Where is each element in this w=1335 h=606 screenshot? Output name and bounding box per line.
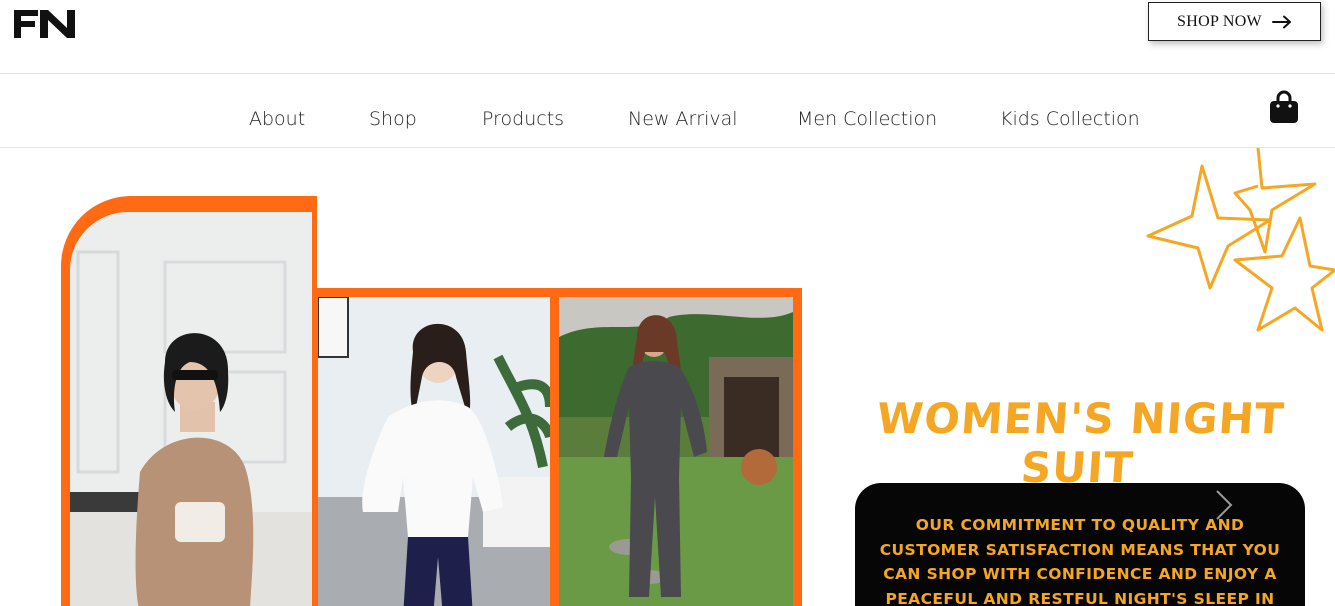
nav-item-men-collection[interactable]: Men Collection — [797, 108, 937, 130]
hero-banner: WOMEN'S NIGHT SUIT OUR COMMITMENT TO QUA… — [0, 148, 1335, 606]
chevron-right-icon — [1216, 490, 1233, 520]
hero-description: OUR COMMITMENT TO QUALITY AND CUSTOMER S… — [879, 516, 1281, 606]
hero-title: WOMEN'S NIGHT SUIT — [875, 394, 1287, 492]
fn-logo-icon — [14, 10, 75, 38]
nav-item-products[interactable]: Products — [482, 108, 564, 130]
slider-next-button[interactable] — [1213, 488, 1235, 522]
shopping-bag-icon — [1270, 90, 1298, 123]
nav-item-new-arrival[interactable]: New Arrival — [628, 108, 738, 130]
arrow-right-icon — [1271, 15, 1291, 28]
model-photo-beige-outfit — [70, 212, 312, 606]
brand-logo[interactable] — [14, 10, 76, 38]
model-photo-grey-jumpsuit — [559, 297, 793, 606]
hero-description-box: OUR COMMITMENT TO QUALITY AND CUSTOMER S… — [855, 483, 1305, 606]
shop-now-button[interactable]: SHOP NOW — [1148, 2, 1321, 41]
shop-now-label: SHOP NOW — [1177, 12, 1262, 30]
nav-item-about[interactable]: About — [249, 108, 305, 130]
decorative-stars-icon — [1146, 148, 1335, 332]
nav-item-kids-collection[interactable]: Kids Collection — [1000, 108, 1140, 130]
nav-item-shop[interactable]: Shop — [369, 108, 417, 130]
model-photo-white-top — [318, 297, 550, 606]
cart-button[interactable] — [1268, 90, 1300, 124]
top-header: SHOP NOW — [0, 0, 1335, 74]
main-navigation: About Shop Products New Arrival Men Coll… — [0, 74, 1335, 148]
